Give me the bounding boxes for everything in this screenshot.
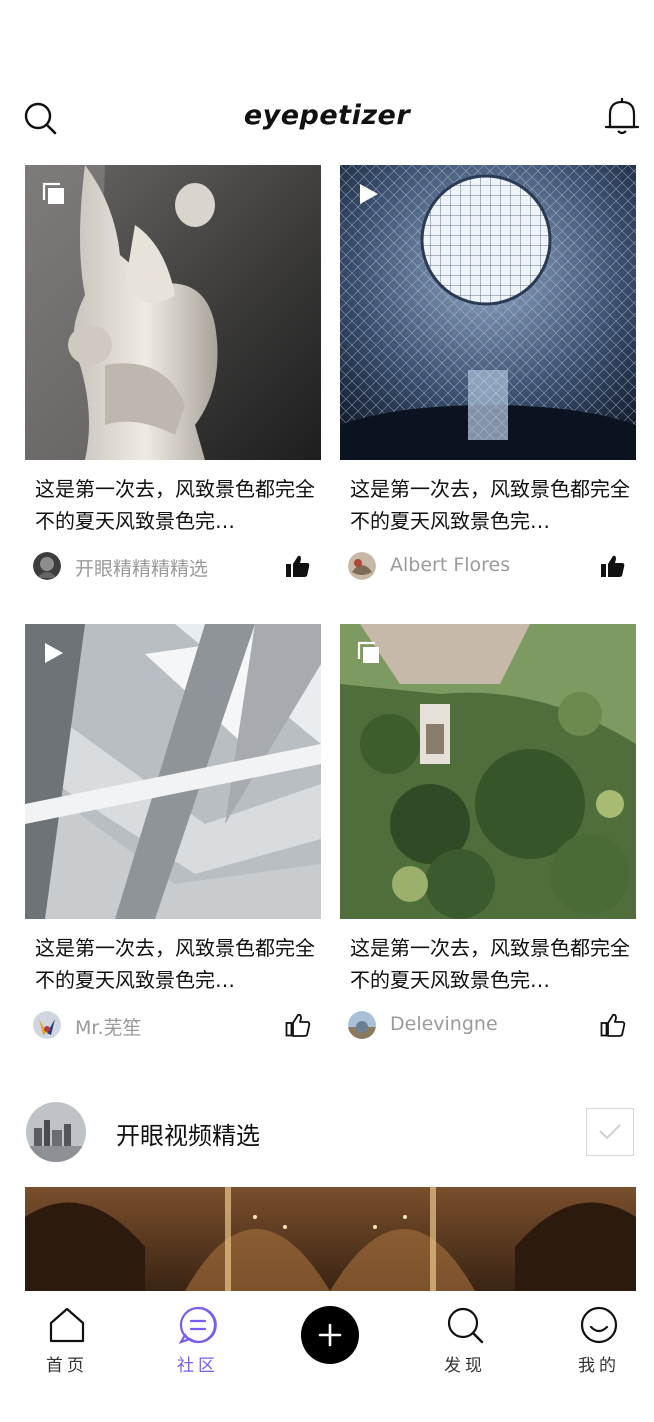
gallery-icon: [42, 182, 64, 204]
tab-community[interactable]: 社区: [153, 1305, 243, 1395]
plus-icon: [318, 1323, 342, 1347]
add-post-button[interactable]: [301, 1306, 359, 1364]
tab-label: 首页: [46, 1356, 88, 1376]
author-row: Mr.芜笙: [33, 1008, 313, 1042]
tab-label: 社区: [177, 1356, 219, 1376]
video-cover[interactable]: [25, 1187, 636, 1291]
card-thumbnail[interactable]: [340, 165, 636, 460]
thumbs-up-outline-icon[interactable]: [600, 1012, 626, 1038]
card-thumbnail[interactable]: [25, 165, 321, 460]
avatar[interactable]: [33, 1011, 61, 1039]
feed-card[interactable]: 这是第一次去，风致景色都完全不的夏天风致景色完… Albert Flores: [340, 165, 636, 605]
recommend-avatar[interactable]: [26, 1102, 86, 1162]
feed-card[interactable]: 这是第一次去，风致景色都完全不的夏天风致景色完… Mr.芜笙: [25, 624, 321, 1064]
author-name[interactable]: Albert Flores: [390, 554, 510, 576]
top-header: eyepetizer: [0, 86, 654, 150]
author-row: Delevingne: [348, 1008, 628, 1042]
tab-discover[interactable]: 发现: [420, 1305, 510, 1395]
tab-home[interactable]: 首页: [22, 1305, 112, 1395]
author-row: 开眼精精精精选: [33, 549, 313, 583]
play-icon: [360, 184, 378, 204]
author-row: Albert Flores: [348, 549, 628, 583]
follow-checkbox[interactable]: [586, 1108, 634, 1156]
play-icon: [45, 643, 63, 663]
avatar[interactable]: [348, 1011, 376, 1039]
author-name[interactable]: 开眼精精精精选: [75, 554, 208, 581]
feed-card[interactable]: 这是第一次去，风致景色都完全不的夏天风致景色完… Delevingne: [340, 624, 636, 1064]
bottom-tab-bar: 首页 社区 发现 我的: [0, 1291, 654, 1422]
author-name[interactable]: Delevingne: [390, 1013, 498, 1035]
thumbs-up-filled-icon[interactable]: [600, 553, 626, 579]
check-icon: [599, 1124, 621, 1140]
thumbs-up-outline-icon[interactable]: [285, 1012, 311, 1038]
thumbs-up-filled-icon[interactable]: [285, 553, 311, 579]
bell-icon[interactable]: [602, 96, 642, 138]
profile-smile-icon: [580, 1306, 618, 1344]
recommend-row: 开眼视频精选: [26, 1100, 638, 1164]
recommend-name[interactable]: 开眼视频精选: [116, 1116, 260, 1151]
card-thumbnail[interactable]: [340, 624, 636, 919]
gallery-icon: [357, 641, 379, 663]
community-icon: [178, 1306, 217, 1344]
discover-search-icon: [447, 1307, 484, 1344]
app-logo: eyepetizer: [243, 100, 411, 131]
card-title: 这是第一次去，风致景色都完全不的夏天风致景色完…: [350, 477, 630, 533]
card-title: 这是第一次去，风致景色都完全不的夏天风致景色完…: [35, 936, 315, 992]
tab-label: 发现: [444, 1356, 486, 1376]
avatar[interactable]: [33, 552, 61, 580]
card-title: 这是第一次去，风致景色都完全不的夏天风致景色完…: [350, 936, 630, 992]
tab-profile[interactable]: 我的: [554, 1305, 644, 1395]
feed-card[interactable]: 这是第一次去，风致景色都完全不的夏天风致景色完… 开眼精精精精选: [25, 165, 321, 605]
card-title: 这是第一次去，风致景色都完全不的夏天风致景色完…: [35, 477, 315, 533]
card-thumbnail[interactable]: [25, 624, 321, 919]
tab-label: 我的: [578, 1356, 620, 1376]
author-name[interactable]: Mr.芜笙: [75, 1013, 142, 1040]
home-icon: [49, 1307, 85, 1343]
avatar[interactable]: [348, 552, 376, 580]
